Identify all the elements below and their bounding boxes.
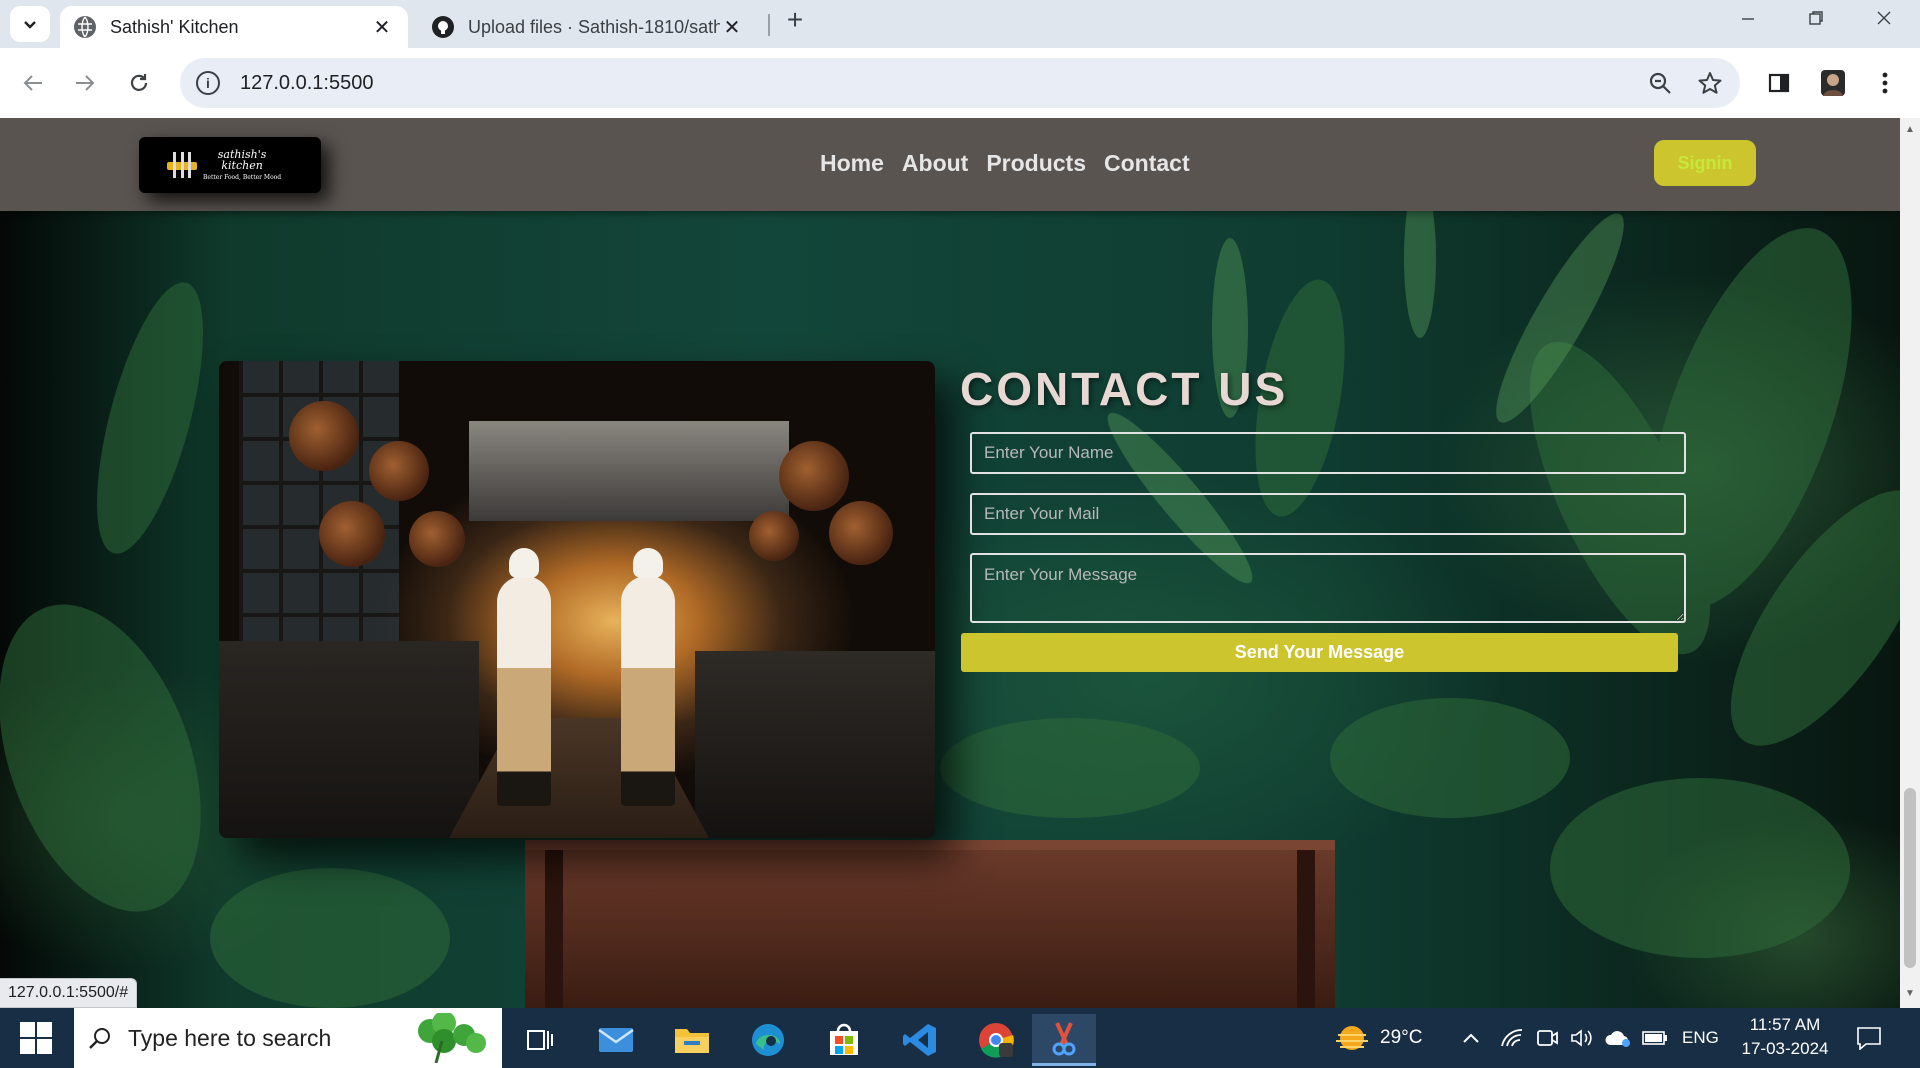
signin-button[interactable]: Signin <box>1654 140 1756 186</box>
close-tab-icon[interactable]: ✕ <box>720 15 744 40</box>
scroll-up-arrow-icon[interactable]: ▲ <box>1905 124 1915 135</box>
notification-icon[interactable] <box>1856 1008 1882 1068</box>
sunny-weather-icon <box>1336 1026 1368 1050</box>
close-window-icon[interactable] <box>1850 0 1918 36</box>
meet-now-icon[interactable] <box>1536 1008 1558 1068</box>
edge-browser-icon[interactable] <box>736 1014 800 1066</box>
tab-title: Sathish' Kitchen <box>110 16 239 37</box>
input-language[interactable]: ENG <box>1682 1008 1719 1068</box>
search-placeholder: Type here to search <box>128 1024 332 1051</box>
microsoft-store-icon[interactable] <box>812 1014 876 1066</box>
taskbar-search[interactable]: Type here to search <box>74 1008 502 1068</box>
globe-icon <box>74 16 96 38</box>
zoom-icon[interactable] <box>1640 63 1680 103</box>
browser-tab-bar: Sathish' Kitchen ✕ Upload files · Sathis… <box>0 0 1920 48</box>
shamrock-icon <box>418 1013 486 1063</box>
weather-temp: 29°C <box>1380 1027 1423 1048</box>
battery-icon[interactable] <box>1642 1008 1668 1068</box>
vscode-icon[interactable] <box>888 1014 952 1066</box>
file-explorer-icon[interactable] <box>660 1014 724 1066</box>
site-navbar: sathish's kitchen Better Food, Better Mo… <box>0 118 1900 211</box>
restore-icon[interactable] <box>1782 0 1850 36</box>
menu-products[interactable]: Products <box>986 150 1086 177</box>
mail-input[interactable] <box>970 493 1686 535</box>
close-tab-icon[interactable]: ✕ <box>370 15 394 40</box>
url-text[interactable]: 127.0.0.1:5500 <box>240 72 1640 95</box>
speaker-icon[interactable] <box>1570 1008 1594 1068</box>
contact-title: CONTACT US <box>960 363 1289 415</box>
reload-icon[interactable] <box>118 62 160 104</box>
message-textarea[interactable] <box>970 553 1686 623</box>
more-menu-icon[interactable] <box>1864 62 1906 104</box>
snipping-tool-icon[interactable] <box>1032 1014 1096 1066</box>
weather-widget[interactable]: 29°C <box>1334 1008 1422 1068</box>
onedrive-icon[interactable] <box>1604 1008 1632 1068</box>
mail-app-icon[interactable] <box>584 1014 648 1066</box>
tab-title: Upload files · Sathish-1810/sath <box>468 16 720 37</box>
page-scrollbar[interactable]: ▲ ▼ <box>1900 118 1920 1008</box>
browser-toolbar: i 127.0.0.1:5500 <box>0 48 1920 118</box>
forward-arrow-icon[interactable] <box>64 62 106 104</box>
show-hidden-icons[interactable] <box>1462 1008 1480 1068</box>
task-view-icon[interactable] <box>508 1014 572 1066</box>
tab-sathish-kitchen[interactable]: Sathish' Kitchen ✕ <box>60 6 408 48</box>
wooden-table-decoration <box>525 840 1335 1008</box>
scroll-down-arrow-icon[interactable]: ▼ <box>1905 988 1915 999</box>
logo-name-line2: kitchen <box>221 159 263 173</box>
bookmark-star-icon[interactable] <box>1690 63 1730 103</box>
link-status-bubble: 127.0.0.1:5500/# <box>0 978 138 1008</box>
address-bar[interactable]: i 127.0.0.1:5500 <box>180 58 1740 108</box>
menu-home[interactable]: Home <box>820 150 884 177</box>
page-viewport: sathish's kitchen Better Food, Better Mo… <box>0 118 1900 1008</box>
chevron-up-icon <box>1463 1033 1479 1043</box>
windows-taskbar: Type here to search 29°C ENG 11:57 AM 17… <box>0 1008 1920 1068</box>
menu-about[interactable]: About <box>902 150 968 177</box>
taskbar-clock[interactable]: 11:57 AM 17-03-2024 <box>1730 1013 1840 1061</box>
side-panel-icon[interactable] <box>1758 62 1800 104</box>
site-info-icon[interactable]: i <box>196 71 220 95</box>
clock-time: 11:57 AM <box>1749 1015 1821 1034</box>
menu-contact[interactable]: Contact <box>1104 150 1190 177</box>
logo-tagline: Better Food, Better Mood <box>203 173 282 181</box>
fork-knife-icon <box>167 152 197 178</box>
wifi-icon[interactable] <box>1500 1008 1524 1068</box>
scrollbar-thumb[interactable] <box>1904 788 1916 968</box>
back-arrow-icon[interactable] <box>12 62 54 104</box>
chevron-down-icon <box>24 21 36 29</box>
tab-upload-files[interactable]: Upload files · Sathish-1810/sath ✕ <box>418 6 758 48</box>
chrome-icon[interactable] <box>964 1014 1028 1066</box>
name-input[interactable] <box>970 432 1686 474</box>
site-logo[interactable]: sathish's kitchen Better Food, Better Mo… <box>139 137 321 193</box>
windows-start-icon[interactable] <box>20 1022 52 1054</box>
tab-search-button[interactable] <box>10 6 50 42</box>
minimize-icon[interactable] <box>1714 0 1782 36</box>
search-icon <box>89 1028 110 1049</box>
kitchen-photo <box>219 361 935 838</box>
new-tab-icon[interactable]: + <box>780 4 810 35</box>
main-menu: Home About Products Contact <box>820 150 1190 177</box>
github-icon <box>432 16 454 38</box>
send-message-button[interactable]: Send Your Message <box>961 633 1678 672</box>
clock-date: 17-03-2024 <box>1741 1039 1829 1058</box>
tab-separator <box>768 14 770 36</box>
profile-avatar[interactable] <box>1812 62 1854 104</box>
